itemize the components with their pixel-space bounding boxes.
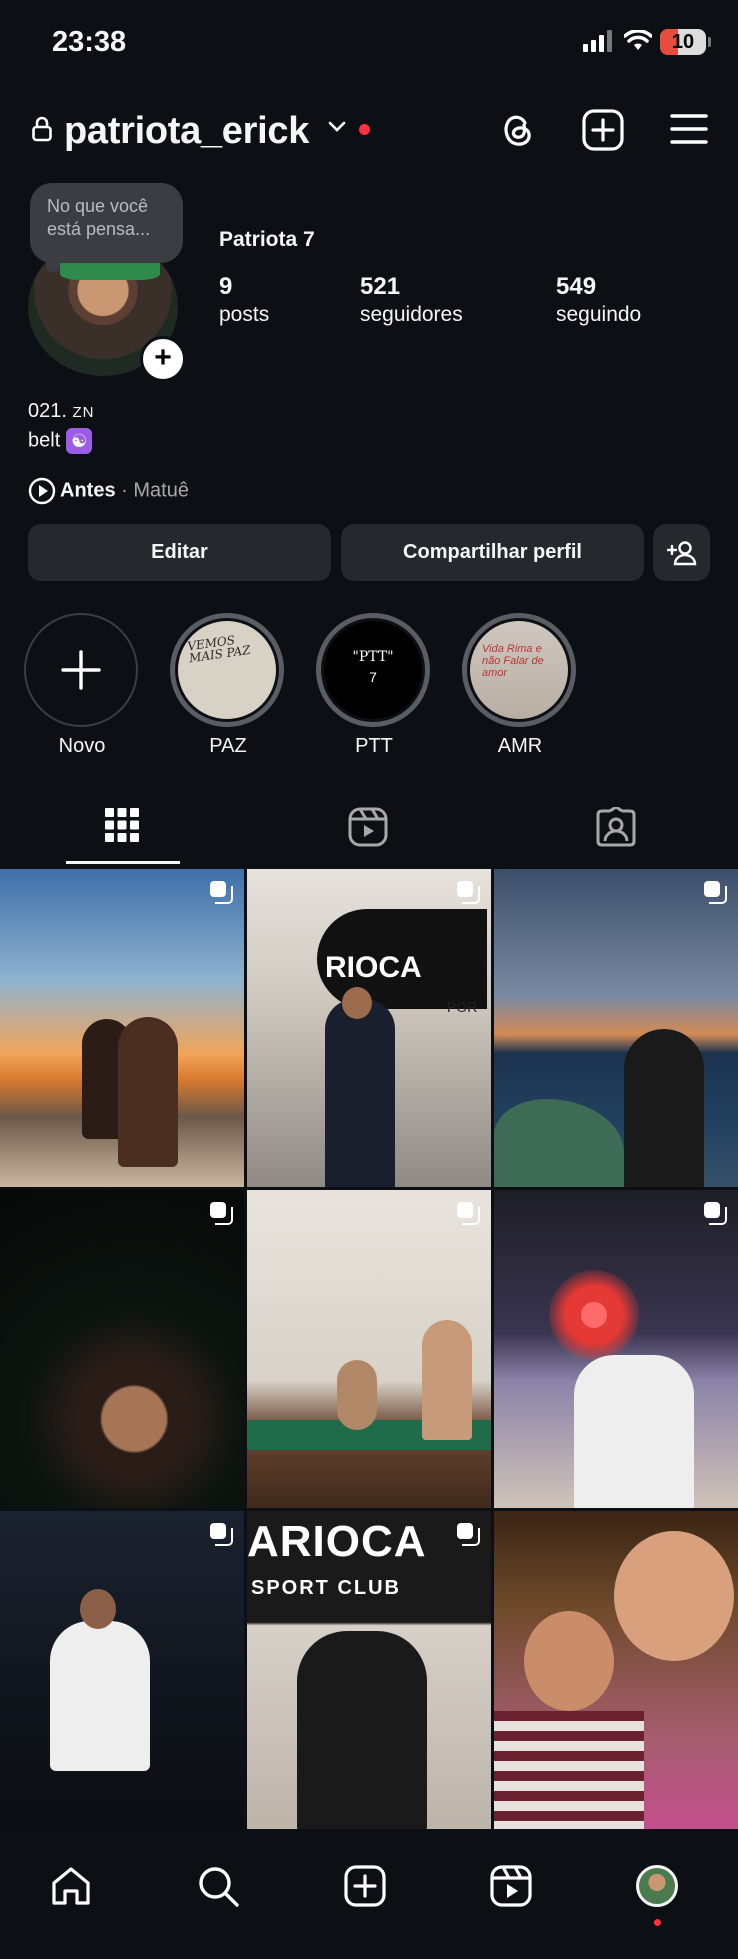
search-icon[interactable]: [197, 1865, 239, 1907]
note-bubble[interactable]: No que você está pensa...: [30, 183, 183, 263]
posts-count[interactable]: 9: [219, 273, 232, 301]
highlight-amr-label[interactable]: AMR: [455, 735, 585, 758]
highlight-paz-text: VEMOS MAIS PAZ: [186, 632, 252, 666]
highlight-ptt[interactable]: "PTT" 7: [316, 613, 430, 727]
play-circle-icon: [28, 477, 56, 505]
grid-tab-icon[interactable]: [104, 807, 140, 843]
highlight-new[interactable]: [24, 613, 138, 727]
username-switcher[interactable]: patriota_erick: [64, 110, 309, 153]
plus-icon: [61, 650, 101, 690]
multi-post-icon: [457, 1523, 480, 1546]
highlight-amr[interactable]: Vida Rima e não Falar de amor: [462, 613, 576, 727]
post-thumbnail[interactable]: [0, 1511, 244, 1829]
chevron-down-icon[interactable]: [327, 120, 347, 134]
club-sign-text: ARIOCA: [247, 1517, 427, 1566]
post-thumbnail[interactable]: [0, 1190, 244, 1508]
highlight-ptt-label[interactable]: PTT: [309, 735, 439, 758]
discover-people-button[interactable]: [653, 524, 710, 581]
post-thumbnail[interactable]: [0, 869, 244, 1187]
highlight-paz-label[interactable]: PAZ: [163, 735, 293, 758]
post-thumbnail[interactable]: ARIOCA SPORT CLUB: [247, 1511, 491, 1829]
display-name: Patriota 7: [219, 228, 315, 251]
create-post-icon[interactable]: [344, 1865, 386, 1907]
yin-yang-icon: ☯: [66, 428, 93, 454]
menu-icon[interactable]: [670, 113, 708, 145]
profile-music[interactable]: Antes · Matuê: [28, 477, 189, 505]
highlight-paz[interactable]: VEMOS MAIS PAZ: [170, 613, 284, 727]
active-tab-indicator: [66, 861, 180, 864]
wifi-icon: [624, 30, 652, 50]
followers-count[interactable]: 521: [360, 273, 400, 301]
bio-line-2-text: belt: [28, 429, 61, 452]
highlight-amr-text: Vida Rima e não Falar de amor: [482, 643, 544, 679]
sign-text: RIOCA: [325, 951, 422, 984]
notification-dot: [359, 124, 370, 135]
posts-label[interactable]: posts: [219, 303, 269, 327]
music-separator: ·: [121, 479, 128, 502]
lock-icon: [32, 116, 52, 142]
followers-label[interactable]: seguidores: [360, 303, 463, 327]
share-profile-button[interactable]: Compartilhar perfil: [341, 524, 644, 581]
profile-nav-avatar[interactable]: [636, 1865, 678, 1907]
bio-line-1-text: 021.: [28, 400, 67, 422]
music-song: Antes: [60, 479, 116, 502]
reels-icon[interactable]: [490, 1865, 532, 1907]
home-icon[interactable]: [50, 1865, 92, 1907]
post-thumbnail[interactable]: RIOCA POR: [247, 869, 491, 1187]
multi-post-icon: [457, 881, 480, 904]
highlight-ptt-top: "PTT": [352, 649, 394, 665]
add-person-icon: [666, 541, 696, 565]
multi-post-icon: [457, 1202, 480, 1225]
reels-tab-icon[interactable]: [348, 807, 388, 847]
threads-icon[interactable]: [498, 109, 536, 151]
plus-square-icon[interactable]: [582, 109, 624, 151]
multi-post-icon: [210, 1523, 233, 1546]
following-count[interactable]: 549: [556, 273, 596, 301]
highlight-ptt-num: 7: [369, 669, 377, 685]
battery-indicator: 10: [660, 29, 706, 55]
bio-line-2: belt ☯: [28, 428, 93, 454]
post-thumbnail[interactable]: [494, 1511, 738, 1829]
highlight-new-label[interactable]: Novo: [17, 735, 147, 758]
music-artist: Matuê: [133, 479, 189, 502]
multi-post-icon: [210, 1202, 233, 1225]
status-time: 23:38: [52, 26, 127, 58]
post-thumbnail[interactable]: [494, 1190, 738, 1508]
sign-subtext: POR: [447, 999, 478, 1015]
club-sign-subtext: SPORT CLUB: [251, 1577, 401, 1599]
bio-line-1: 021. ZN: [28, 400, 95, 423]
profile-nav-dot: [654, 1919, 661, 1926]
battery-level: 10: [671, 31, 695, 53]
multi-post-icon: [704, 881, 727, 904]
post-thumbnail[interactable]: [494, 869, 738, 1187]
edit-profile-button[interactable]: Editar: [28, 524, 331, 581]
multi-post-icon: [704, 1202, 727, 1225]
tagged-tab-icon[interactable]: [596, 807, 636, 847]
following-label[interactable]: seguindo: [556, 303, 641, 327]
post-thumbnail[interactable]: [247, 1190, 491, 1508]
signal-icon: [583, 30, 612, 52]
bio-line-1-small: ZN: [72, 404, 95, 421]
add-story-button[interactable]: +: [140, 336, 186, 382]
battery-nub: [708, 37, 711, 47]
multi-post-icon: [210, 881, 233, 904]
